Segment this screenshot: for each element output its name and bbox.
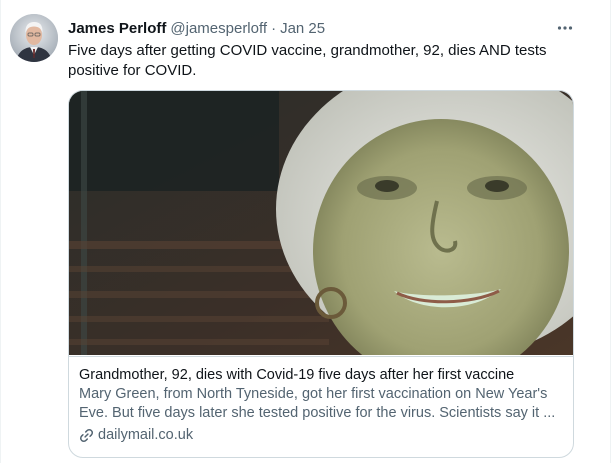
card-domain-row: dailymail.co.uk — [79, 426, 563, 445]
more-icon — [557, 26, 573, 30]
photo-of-smiling-elderly-woman-icon — [69, 91, 573, 355]
card-domain[interactable]: dailymail.co.uk — [98, 426, 193, 445]
more-options-button[interactable] — [553, 18, 577, 38]
card-text-area: Grandmother, 92, dies with Covid-19 five… — [69, 356, 573, 457]
tweet-text: Five days after getting COVID vaccine, g… — [68, 42, 547, 79]
tweet[interactable]: James Perloff @jamesperloff · Jan 25 Fiv… — [0, 0, 611, 463]
tweet-date[interactable]: Jan 25 — [280, 20, 325, 37]
link-preview-card[interactable]: Grandmother, 92, dies with Covid-19 five… — [68, 90, 574, 458]
profile-photo-icon — [10, 14, 58, 62]
link-icon — [79, 428, 94, 443]
header-separator: · — [271, 19, 277, 37]
card-title: Grandmother, 92, dies with Covid-19 five… — [79, 367, 515, 383]
author-display-name[interactable]: James Perloff — [68, 20, 166, 37]
tweet-header: James Perloff @jamesperloff · Jan 25 — [68, 17, 325, 39]
card-description: Mary Green, from North Tyneside, got her… — [79, 386, 556, 421]
author-handle[interactable]: @jamesperloff — [170, 20, 267, 37]
author-avatar[interactable] — [10, 14, 58, 62]
